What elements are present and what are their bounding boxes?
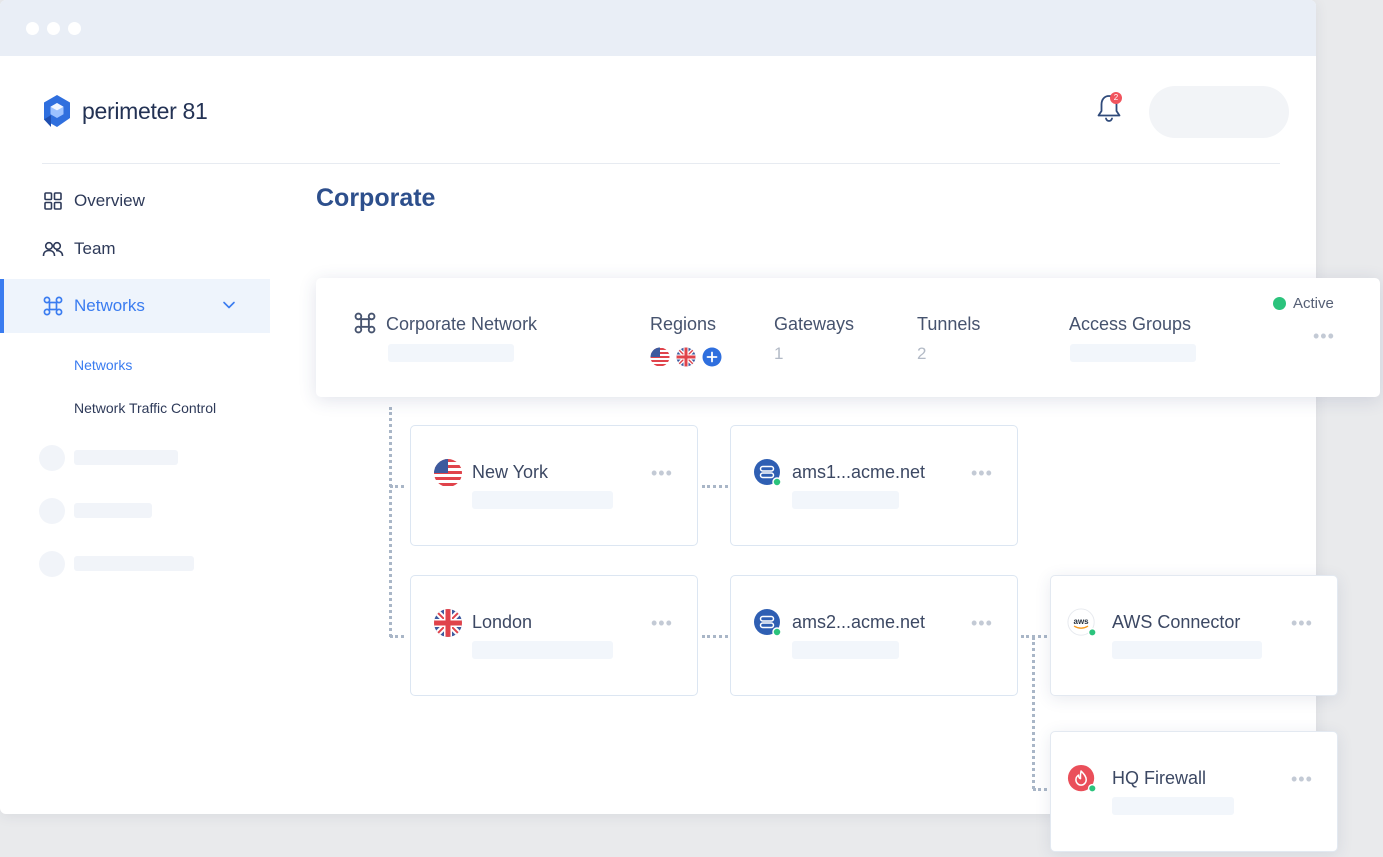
uk-flag-icon (434, 609, 462, 637)
placeholder-text (74, 556, 194, 571)
window-dot[interactable] (26, 22, 39, 35)
placeholder-text (1112, 797, 1234, 815)
more-options-icon[interactable]: ••• (1291, 614, 1313, 632)
placeholder-text (792, 491, 899, 509)
us-flag-icon (650, 347, 670, 367)
placeholder-text (1070, 344, 1196, 362)
sidebar-item-label: Networks (74, 296, 145, 315)
page-title: Corporate (316, 184, 436, 212)
title-bar (0, 0, 1316, 56)
region-node-new-york[interactable]: New York ••• (410, 425, 698, 546)
placeholder-text (74, 450, 178, 465)
notification-badge: 2 (1110, 92, 1122, 104)
more-options-icon[interactable]: ••• (651, 464, 673, 482)
sidebar-item-team[interactable]: Team (42, 238, 116, 260)
placeholder-text (74, 503, 152, 518)
placeholder-text (472, 641, 613, 659)
sidebar-subitem-networks[interactable]: Networks (74, 357, 132, 373)
status-text: Active (1293, 295, 1334, 312)
placeholder-text (472, 491, 613, 509)
node-label: ams1...acme.net (792, 462, 926, 482)
region-node-london[interactable]: London ••• (410, 575, 698, 696)
more-options-icon[interactable]: ••• (1313, 327, 1335, 345)
sidebar-item-label: Overview (74, 191, 145, 210)
node-label: London (472, 612, 533, 632)
connector-line (389, 407, 392, 637)
regions-header: Regions (650, 314, 717, 334)
tunnels-count: 2 (917, 344, 927, 363)
more-options-icon[interactable]: ••• (651, 614, 673, 632)
placeholder-icon (39, 498, 65, 524)
firewall-node-hq[interactable]: HQ Firewall ••• (1050, 731, 1338, 852)
brand-logo[interactable]: perimeter 81 (42, 94, 208, 128)
gateway-node-ams2[interactable]: ams2...acme.net ••• (730, 575, 1018, 696)
brand-name: perimeter 81 (82, 97, 208, 124)
connector-line (390, 485, 404, 488)
placeholder-text (792, 641, 899, 659)
us-flag-icon (434, 459, 462, 487)
network-card-corporate[interactable]: Corporate Network Regions Gateways 1 Tun… (316, 278, 1380, 397)
placeholder-text (388, 344, 514, 362)
more-options-icon[interactable]: ••• (971, 614, 993, 632)
sidebar-item-overview[interactable]: Overview (42, 190, 145, 212)
team-icon (42, 238, 64, 260)
window-dot[interactable] (47, 22, 60, 35)
chevron-down-icon[interactable] (222, 300, 236, 310)
grid-icon (42, 190, 64, 212)
network-name[interactable]: Corporate Network (386, 314, 537, 335)
firewall-icon (1067, 764, 1097, 793)
node-label: New York (472, 462, 549, 482)
region-flags (650, 347, 722, 367)
connector-line (1032, 637, 1035, 789)
access-groups-header: Access Groups (1069, 314, 1192, 334)
connector-line (390, 635, 404, 638)
tunnels-header: Tunnels (917, 314, 981, 334)
server-icon (754, 459, 782, 487)
connector-node-aws[interactable]: aws AWS Connector ••• (1050, 575, 1338, 696)
window-dot[interactable] (68, 22, 81, 35)
server-icon (754, 609, 782, 637)
uk-flag-icon (676, 347, 696, 367)
sidebar-subitem-network-traffic-control[interactable]: Network Traffic Control (74, 400, 216, 416)
header-divider (42, 163, 1280, 164)
aws-logo-icon: aws (1067, 608, 1097, 637)
status-active-dot (1273, 297, 1286, 310)
perimeter-logo-icon (44, 95, 70, 127)
sidebar-item-networks[interactable]: Networks (42, 295, 145, 317)
connector-line (702, 635, 728, 638)
placeholder-text (1112, 641, 1262, 659)
placeholder-icon (39, 445, 65, 471)
user-profile[interactable] (1149, 86, 1289, 138)
connector-line (702, 485, 728, 488)
gateways-header: Gateways (774, 314, 855, 334)
node-label: AWS Connector (1112, 612, 1241, 632)
node-label: HQ Firewall (1112, 768, 1207, 788)
more-options-icon[interactable]: ••• (971, 464, 993, 482)
network-icon (354, 312, 376, 334)
gateway-node-ams1[interactable]: ams1...acme.net ••• (730, 425, 1018, 546)
gateways-count: 1 (774, 344, 784, 363)
nav-active-indicator (0, 279, 4, 333)
node-label: ams2...acme.net (792, 612, 926, 632)
network-icon (42, 295, 64, 317)
more-options-icon[interactable]: ••• (1291, 770, 1313, 788)
connector-line (1033, 788, 1047, 791)
placeholder-icon (39, 551, 65, 577)
sidebar-item-label: Team (74, 239, 116, 258)
svg-text:aws: aws (1074, 617, 1090, 626)
